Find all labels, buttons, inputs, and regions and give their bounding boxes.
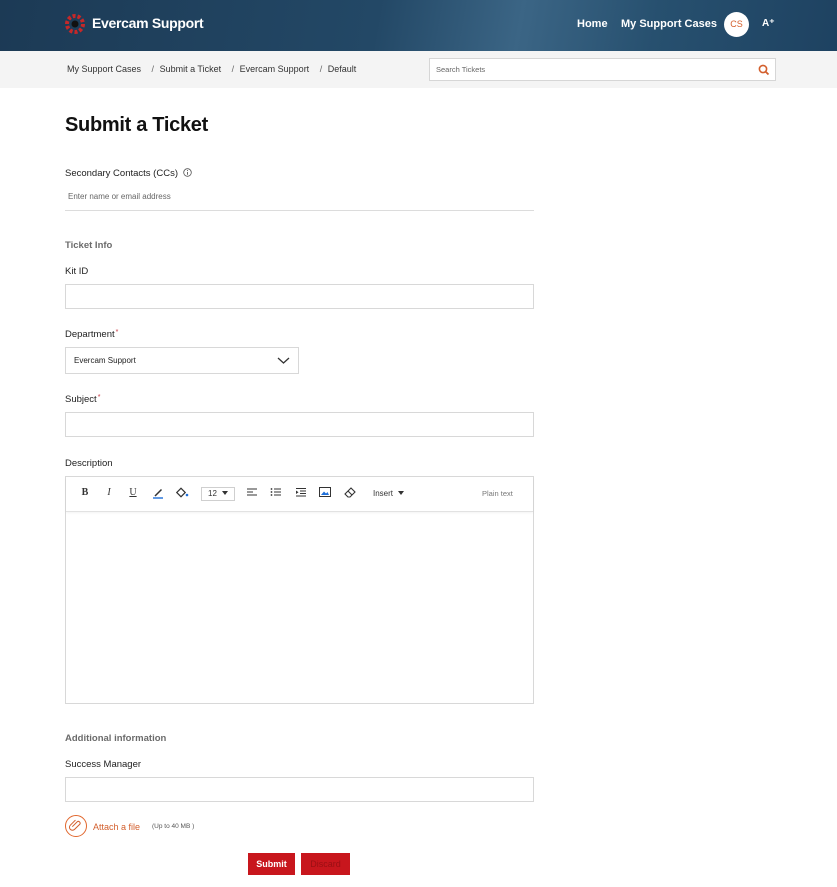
pen-icon (153, 488, 163, 499)
align-left-button[interactable] (244, 487, 260, 501)
success-manager-input[interactable] (65, 777, 534, 802)
underline-button[interactable]: U (125, 487, 141, 501)
discard-button[interactable]: Discard (301, 853, 350, 875)
department-select[interactable]: Evercam Support (65, 347, 299, 374)
breadcrumb-separator: / (151, 64, 155, 74)
required-marker: * (97, 394, 101, 401)
text-color-button[interactable] (150, 487, 166, 501)
breadcrumb-bar: My Support Cases / Submit a Ticket / Eve… (0, 51, 837, 88)
bullet-list-icon (270, 488, 281, 496)
kit-id-input[interactable] (65, 284, 534, 309)
attach-size-hint: (Up to 40 MB ) (152, 823, 195, 830)
breadcrumb-item-submit-ticket[interactable]: Submit a Ticket (160, 64, 222, 74)
cc-input[interactable]: Enter name or email address (65, 185, 534, 211)
evercam-logo-icon[interactable] (64, 13, 86, 35)
breadcrumb-item-default: Default (327, 64, 357, 74)
attach-file-link[interactable]: Attach a file (93, 822, 140, 832)
description-label: Description (65, 458, 113, 469)
breadcrumb-item-evercam-support[interactable]: Evercam Support (240, 64, 310, 74)
submit-button[interactable]: Submit (248, 853, 295, 875)
required-marker: * (115, 329, 119, 336)
cc-label: Secondary Contacts (CCs) (65, 168, 192, 179)
success-manager-label: Success Manager (65, 759, 142, 770)
nav-my-support-cases-link[interactable]: My Support Cases (621, 18, 717, 30)
nav-home-link[interactable]: Home (577, 18, 608, 30)
caret-down-icon (398, 491, 405, 495)
plain-text-toggle[interactable]: Plain text (482, 489, 513, 498)
breadcrumb-separator: / (319, 64, 323, 74)
insert-menu[interactable]: Insert (373, 489, 405, 498)
clear-formatting-button[interactable] (342, 487, 358, 501)
kit-id-label: Kit ID (65, 266, 89, 277)
search-box[interactable]: Search Tickets (429, 58, 776, 81)
insert-image-button[interactable] (317, 487, 333, 501)
search-input[interactable]: Search Tickets (436, 65, 485, 74)
eraser-icon (344, 487, 356, 498)
department-selected-value: Evercam Support (74, 356, 136, 365)
department-label: Department* (65, 329, 119, 340)
italic-button[interactable]: I (101, 487, 117, 501)
description-editor[interactable]: B I U 12 Insert Plain text (65, 476, 534, 704)
bold-button[interactable]: B (77, 487, 93, 501)
additional-info-heading: Additional information (65, 733, 167, 744)
subject-input[interactable] (65, 412, 534, 437)
page-title: Submit a Ticket (65, 114, 208, 136)
ticket-info-heading: Ticket Info (65, 240, 113, 251)
indent-icon (296, 488, 306, 497)
info-icon[interactable] (182, 168, 192, 177)
subject-label: Subject* (65, 394, 101, 405)
cc-input-placeholder: Enter name or email address (68, 192, 171, 201)
editor-toolbar: B I U 12 Insert Plain text (66, 477, 533, 512)
align-left-icon (247, 488, 257, 496)
paint-bucket-icon (175, 487, 188, 498)
background-color-button[interactable] (174, 487, 190, 501)
image-icon (319, 487, 331, 497)
search-icon[interactable] (757, 63, 771, 77)
breadcrumb: My Support Cases / Submit a Ticket / Eve… (67, 64, 359, 74)
attach-button[interactable] (65, 815, 87, 837)
bullet-list-button[interactable] (268, 487, 284, 501)
user-avatar[interactable]: CS (724, 12, 749, 37)
breadcrumb-separator: / (231, 64, 235, 74)
top-navbar: Evercam Support Home My Support Cases CS… (0, 0, 837, 51)
breadcrumb-item-my-support-cases[interactable]: My Support Cases (67, 64, 141, 74)
font-size-toggle[interactable]: A⁺ (762, 18, 775, 29)
paperclip-icon (68, 819, 81, 831)
indent-button[interactable] (293, 487, 309, 501)
chevron-down-icon (277, 357, 290, 364)
brand-name[interactable]: Evercam Support (92, 15, 204, 31)
font-size-select[interactable]: 12 (201, 487, 235, 501)
caret-down-icon (222, 491, 229, 495)
